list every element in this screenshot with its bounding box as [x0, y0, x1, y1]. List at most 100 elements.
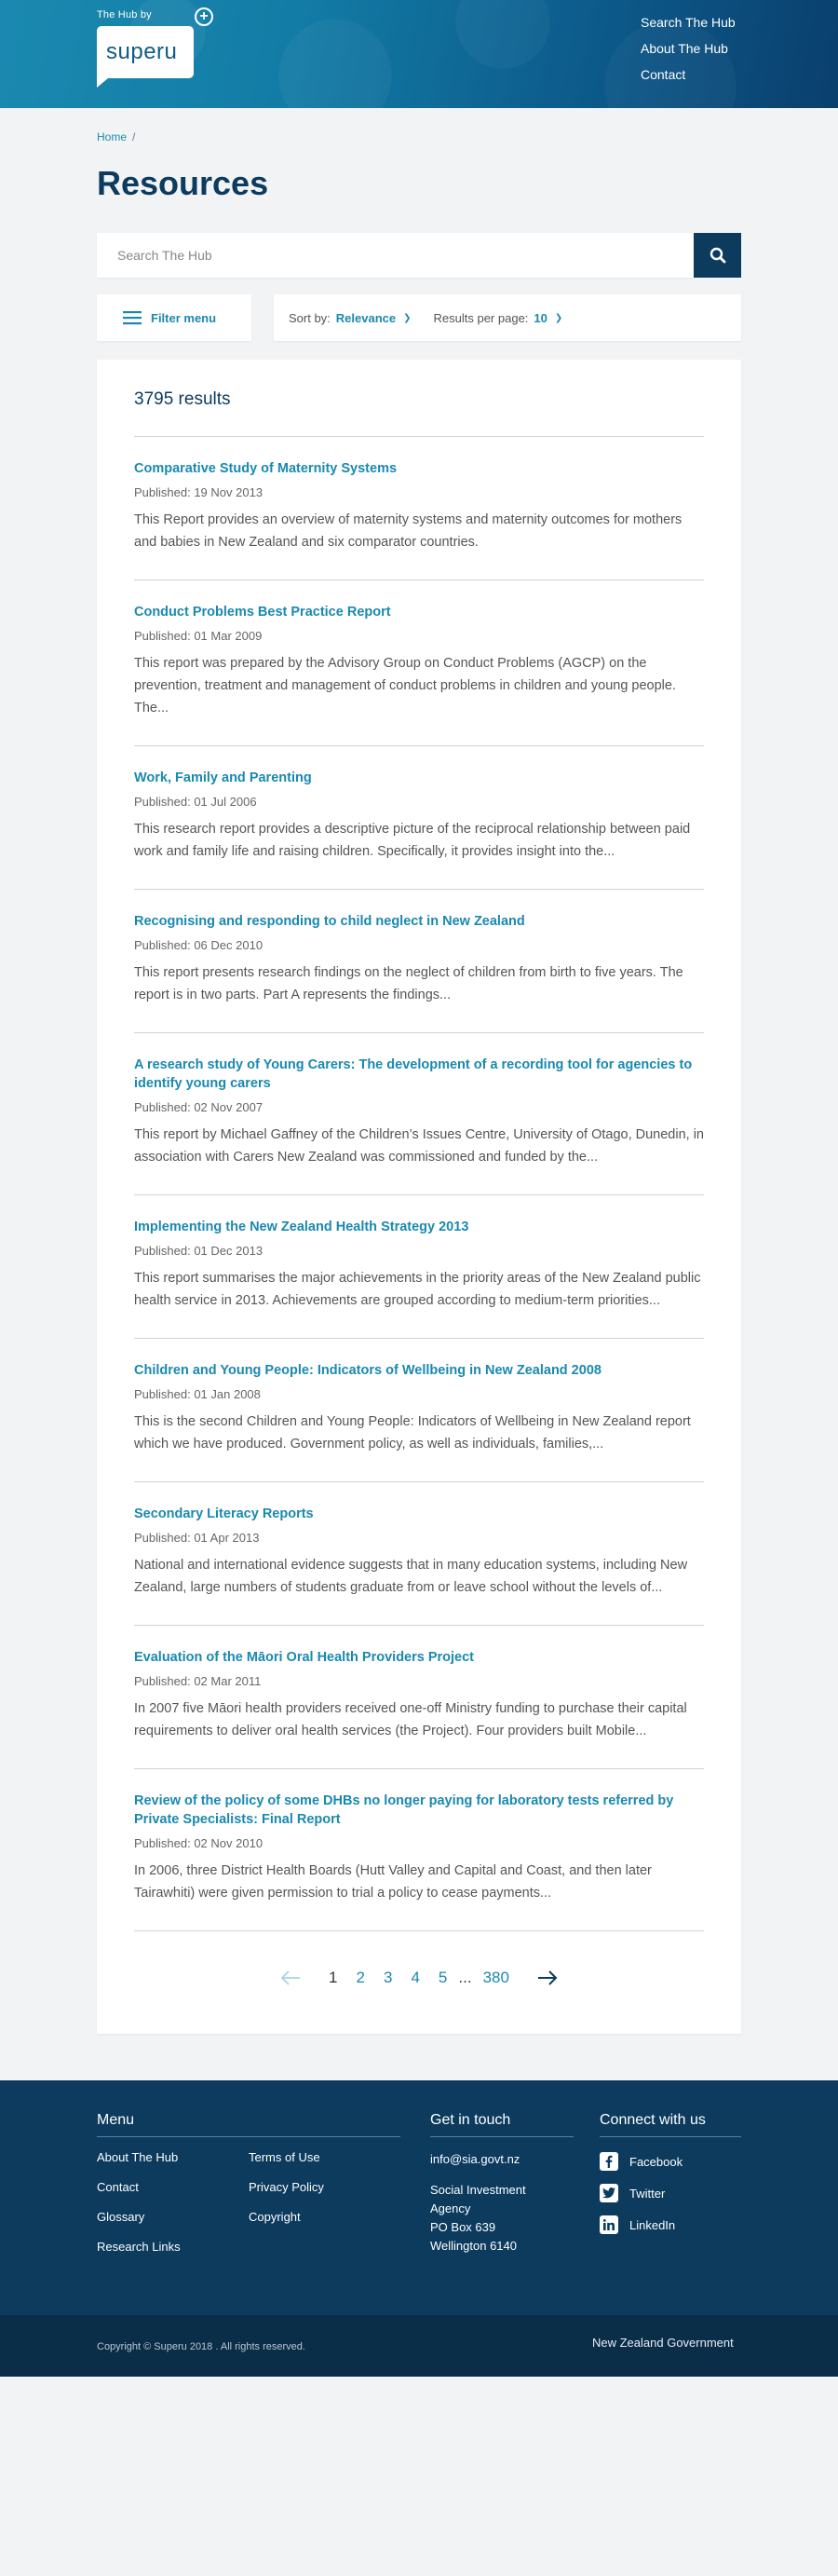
result-description: This Report provides an overview of mate… [134, 512, 683, 550]
nav-search-the-hub[interactable]: Search The Hub [641, 15, 736, 30]
logo-wordmark: superu [106, 39, 178, 64]
footer-menu: Menu About The Hub Contact Glossary Rese… [97, 2112, 400, 2269]
search-input[interactable] [97, 233, 694, 278]
social-facebook-link[interactable]: Facebook [600, 2152, 741, 2171]
chevron-down-icon[interactable]: ❯ [555, 313, 562, 323]
result-item: Review of the policy of some DHBs no lon… [134, 1769, 704, 1931]
breadcrumb-home[interactable]: Home [97, 130, 127, 143]
main-content: Home / Resources Filter menu Sort by: Rel… [97, 108, 741, 2034]
address-line: Social Investment [430, 2183, 526, 2197]
sort-select[interactable]: Relevance [336, 311, 396, 325]
result-title[interactable]: Secondary Literacy Reports [134, 1505, 704, 1523]
page-link-last[interactable]: 380 [483, 1969, 509, 1987]
result-title[interactable]: Recognising and responding to child negl… [134, 912, 704, 931]
result-title[interactable]: Work, Family and Parenting [134, 769, 704, 787]
result-item: Work, Family and Parenting Published: 01… [134, 746, 704, 890]
social-label: LinkedIn [629, 2217, 676, 2232]
footer-main: Menu About The Hub Contact Glossary Rese… [0, 2080, 838, 2315]
page-link[interactable]: 4 [411, 1969, 419, 1987]
footer-link-contact[interactable]: Contact [97, 2180, 249, 2194]
result-description: National and international evidence sugg… [134, 1558, 688, 1595]
per-page-select[interactable]: 10 [534, 311, 547, 325]
footer-social-title: Connect with us [600, 2112, 741, 2137]
sort-controls: Sort by: Relevance ❯ Results per page: 1… [274, 294, 741, 341]
logo[interactable]: The Hub by + superu [97, 7, 213, 88]
page-link[interactable]: 5 [439, 1969, 447, 1987]
result-item: Recognising and responding to child negl… [134, 890, 704, 1033]
footer-link-copyright[interactable]: Copyright [249, 2210, 400, 2224]
facebook-icon [600, 2152, 618, 2171]
result-title[interactable]: Conduct Problems Best Practice Report [134, 603, 704, 621]
address-line: PO Box 639 [430, 2220, 496, 2234]
footer-bottom-bar: Copyright © Superu 2018 . All rights res… [0, 2315, 838, 2377]
arrow-left-icon[interactable] [280, 1970, 301, 1985]
breadcrumb-separator: / [132, 130, 136, 143]
plus-icon: + [195, 7, 213, 26]
nz-government-logo[interactable]: New Zealand Government [592, 2336, 734, 2350]
result-title[interactable]: Children and Young People: Indicators of… [134, 1361, 704, 1380]
address-line: Agency [430, 2201, 471, 2215]
results-controls: Filter menu Sort by: Relevance ❯ Results… [97, 294, 741, 341]
result-title[interactable]: Comparative Study of Maternity Systems [134, 459, 704, 478]
result-date: Published: 01 Jul 2006 [134, 795, 257, 809]
social-label: Facebook [629, 2154, 683, 2169]
social-label: Twitter [629, 2186, 666, 2201]
page-current: 1 [329, 1969, 338, 1986]
result-date: Published: 19 Nov 2013 [134, 485, 264, 499]
nav-contact[interactable]: Contact [641, 67, 736, 82]
results-count: 3795 results [134, 389, 231, 409]
search-icon [710, 247, 725, 264]
page-title: Resources [97, 164, 269, 202]
arrow-right-icon[interactable] [537, 1970, 558, 1985]
page-link[interactable]: 3 [384, 1969, 392, 1987]
footer-link-terms[interactable]: Terms of Use [249, 2150, 400, 2164]
footer-link-privacy[interactable]: Privacy Policy [249, 2180, 400, 2194]
search-button[interactable] [694, 233, 741, 278]
footer-link-about[interactable]: About The Hub [97, 2150, 249, 2164]
nav-about-the-hub[interactable]: About The Hub [641, 41, 736, 56]
search-bar [97, 233, 741, 278]
result-description: In 2007 five Māori health providers rece… [134, 1701, 687, 1738]
result-date: Published: 01 Jan 2008 [134, 1387, 261, 1401]
filter-icon [123, 311, 142, 325]
top-nav: Search The Hub About The Hub Contact [641, 15, 736, 93]
linkedin-icon [600, 2215, 618, 2234]
results-panel: 3795 results Comparative Study of Matern… [97, 360, 741, 2034]
site-footer: Menu About The Hub Contact Glossary Rese… [0, 2080, 838, 2377]
twitter-icon [600, 2184, 618, 2202]
per-page-label: Results per page: [433, 310, 529, 325]
contact-email[interactable]: info@sia.govt.nz [430, 2152, 574, 2166]
result-title[interactable]: Review of the policy of some DHBs no lon… [134, 1792, 704, 1829]
result-date: Published: 02 Nov 2007 [134, 1100, 264, 1114]
page-link[interactable]: 2 [357, 1969, 365, 1987]
logo-badge: superu [97, 26, 194, 88]
result-description: This report presents research findings o… [134, 965, 683, 1002]
result-title[interactable]: Implementing the New Zealand Health Stra… [134, 1218, 704, 1236]
breadcrumb: Home / [97, 108, 741, 143]
copyright-text: Copyright © Superu 2018 . All rights res… [97, 2341, 305, 2352]
contact-address: Social Investment Agency PO Box 639 Well… [430, 2181, 574, 2256]
chevron-down-icon[interactable]: ❯ [403, 313, 411, 323]
result-description: This report was prepared by the Advisory… [134, 656, 676, 716]
result-item: A research study of Young Carers: The de… [134, 1033, 704, 1195]
result-item: Evaluation of the Māori Oral Health Prov… [134, 1626, 704, 1769]
result-item: Conduct Problems Best Practice Report Pu… [134, 580, 704, 746]
filter-menu-label: Filter menu [151, 310, 217, 325]
result-title[interactable]: A research study of Young Carers: The de… [134, 1056, 704, 1093]
social-linkedin-link[interactable]: LinkedIn [600, 2215, 741, 2234]
footer-contact-title: Get in touch [430, 2112, 574, 2137]
footer-link-research[interactable]: Research Links [97, 2240, 249, 2254]
result-date: Published: 02 Mar 2011 [134, 1674, 262, 1688]
result-date: Published: 02 Nov 2010 [134, 1836, 264, 1850]
result-description: This report by Michael Gaffney of the Ch… [134, 1127, 704, 1165]
result-description: This report summarises the major achieve… [134, 1271, 701, 1308]
results-list: Comparative Study of Maternity Systems P… [134, 436, 704, 1931]
sort-label: Sort by: [289, 310, 331, 325]
result-title[interactable]: Evaluation of the Māori Oral Health Prov… [134, 1648, 704, 1667]
result-item: Comparative Study of Maternity Systems P… [134, 437, 704, 580]
result-description: In 2006, three District Health Boards (H… [134, 1863, 652, 1901]
social-twitter-link[interactable]: Twitter [600, 2184, 741, 2202]
address-line: Wellington 6140 [430, 2239, 517, 2253]
filter-menu-button[interactable]: Filter menu [97, 294, 251, 341]
footer-link-glossary[interactable]: Glossary [97, 2210, 249, 2224]
